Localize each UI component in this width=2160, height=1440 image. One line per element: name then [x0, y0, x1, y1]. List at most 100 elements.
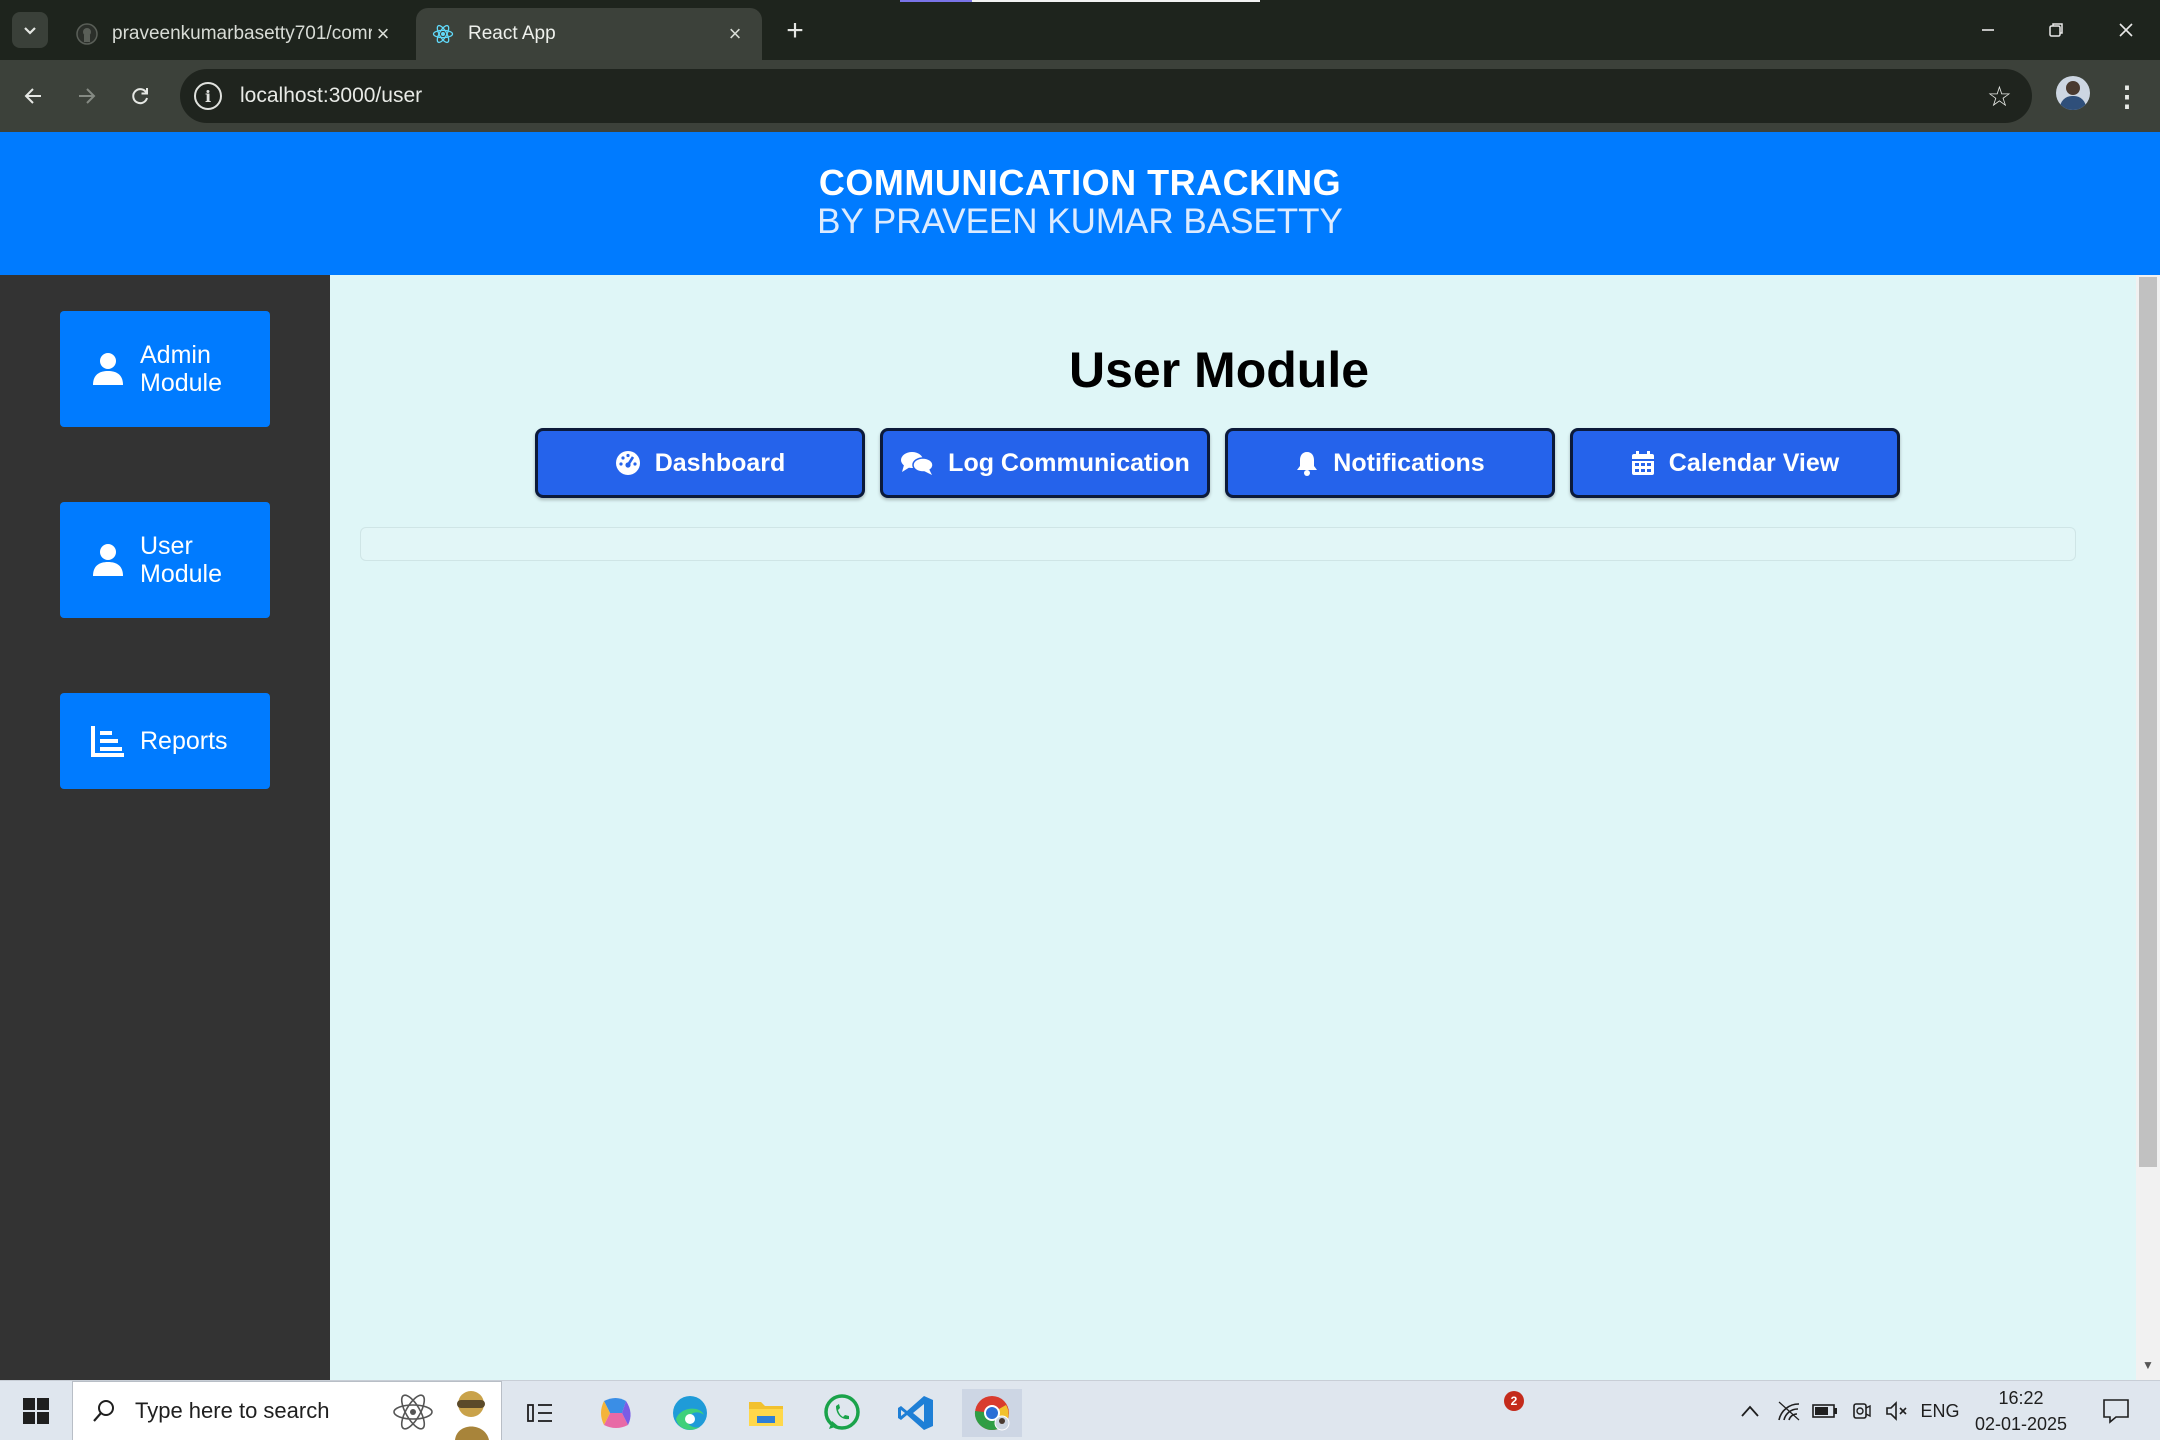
- tab-title: React App: [468, 23, 556, 44]
- sidebar-item-label: User: [140, 532, 193, 560]
- taskbar-file-explorer[interactable]: [736, 1389, 796, 1437]
- search-placeholder: Type here to search: [135, 1398, 330, 1423]
- atom-icon: [391, 1392, 435, 1437]
- close-icon: [2119, 23, 2133, 37]
- restore-button[interactable]: [2022, 0, 2090, 60]
- tab-notifications[interactable]: Notifications: [1225, 428, 1555, 498]
- language-indicator[interactable]: ENG: [1916, 1381, 1964, 1440]
- address-bar[interactable]: i localhost:3000/user ☆: [180, 69, 2032, 123]
- sidebar: Admin Module User Module Reports: [0, 275, 330, 1380]
- taskbar-copilot[interactable]: [586, 1389, 646, 1437]
- battery-icon: [1812, 1404, 1837, 1418]
- close-window-button[interactable]: [2092, 0, 2160, 60]
- main-content: User Module Dashboard Log Communication …: [330, 275, 2108, 1380]
- reload-button[interactable]: [118, 74, 162, 118]
- clock-time: 16:22: [1998, 1388, 2044, 1408]
- browser-tab-react-app[interactable]: React App ×: [416, 8, 762, 60]
- tab-dashboard[interactable]: Dashboard: [535, 428, 865, 498]
- folder-icon: [749, 1402, 783, 1426]
- bell-icon: [1295, 450, 1319, 476]
- browser-tab-github[interactable]: praveenkumarbasetty701/comr ×: [60, 8, 410, 60]
- app-header: COMMUNICATION TRACKING BY PRAVEEN KUMAR …: [0, 132, 2160, 275]
- volume-muted-icon: [1886, 1401, 1907, 1421]
- clock-date: 02-01-2025: [1974, 1414, 2068, 1434]
- tab-title: praveenkumarbasetty701/comr: [112, 23, 372, 44]
- sidebar-item-user-module[interactable]: User Module: [60, 502, 270, 618]
- close-icon[interactable]: ×: [724, 21, 746, 46]
- url-text: localhost:3000/user: [240, 84, 423, 107]
- comments-icon: [900, 450, 934, 476]
- sidebar-item-reports[interactable]: Reports: [60, 693, 270, 789]
- browser-toolbar: i localhost:3000/user ☆ ⋮: [0, 60, 2160, 132]
- browser-tab-strip: praveenkumarbasetty701/comr × React App …: [0, 0, 2160, 60]
- task-view-button[interactable]: [510, 1389, 570, 1437]
- tab-label: Log Communication: [948, 448, 1190, 477]
- volume-control[interactable]: [1880, 1381, 1914, 1440]
- tab-calendar-view[interactable]: Calendar View: [1570, 428, 1900, 498]
- loading-indicator: [900, 0, 1260, 2]
- taskbar-vscode[interactable]: [886, 1389, 946, 1437]
- battery-status[interactable]: [1808, 1381, 1842, 1440]
- sidebar-item-label: Admin: [140, 341, 211, 369]
- chrome-icon: [974, 1396, 1010, 1431]
- scrollbar-thumb[interactable]: [2139, 277, 2157, 1167]
- app-title: COMMUNICATION TRACKING: [818, 162, 1342, 203]
- tab-label: Calendar View: [1668, 448, 1840, 477]
- tab-log-communication[interactable]: Log Communication: [880, 428, 1210, 498]
- minimize-icon: [1982, 29, 1994, 31]
- back-button[interactable]: [12, 74, 56, 118]
- app-subtitle: BY PRAVEEN KUMAR BASETTY: [817, 202, 1343, 241]
- network-status[interactable]: [1772, 1381, 1806, 1440]
- taskbar-chrome[interactable]: [962, 1389, 1022, 1437]
- forward-button[interactable]: [64, 74, 108, 118]
- tab-label: Notifications: [1333, 448, 1485, 477]
- search-highlight-icon: [447, 1386, 497, 1440]
- bar-chart-icon: [90, 721, 126, 761]
- user-icon: [90, 540, 126, 580]
- minimize-button[interactable]: [1954, 0, 2022, 60]
- task-view-icon: [527, 1404, 552, 1422]
- vscode-icon: [898, 1396, 933, 1430]
- search-icon: [91, 1398, 121, 1424]
- reload-icon: [132, 88, 148, 105]
- copilot-icon: [601, 1398, 631, 1428]
- windows-taskbar: Type here to search 2 ENG 16:22 02-01-20…: [0, 1380, 2160, 1440]
- user-icon: [90, 349, 126, 389]
- arrow-right-icon: [79, 88, 96, 104]
- react-icon: [432, 23, 454, 45]
- taskbar-search-box[interactable]: Type here to search: [72, 1381, 502, 1440]
- sidebar-item-label: Reports: [140, 727, 228, 755]
- edge-icon: [673, 1396, 707, 1430]
- scroll-down-arrow-icon[interactable]: ▼: [2136, 1355, 2160, 1375]
- system-clock[interactable]: 16:22 02-01-2025: [1966, 1385, 2076, 1437]
- taskbar-edge[interactable]: [660, 1389, 720, 1437]
- windows-logo-icon: [23, 1398, 49, 1424]
- restore-icon: [2049, 23, 2063, 37]
- start-button[interactable]: [12, 1393, 60, 1429]
- camera-icon: [1853, 1403, 1871, 1419]
- close-icon[interactable]: ×: [372, 21, 394, 46]
- taskbar-whatsapp[interactable]: [812, 1389, 872, 1437]
- tab-label: Dashboard: [654, 448, 786, 477]
- new-tab-button[interactable]: +: [778, 14, 812, 48]
- notification-badge: 2: [1504, 1391, 1524, 1411]
- profile-avatar[interactable]: [2056, 76, 2090, 110]
- chevron-down-icon: [24, 27, 36, 35]
- whatsapp-icon: [824, 1394, 860, 1430]
- notification-center-icon: [2103, 1399, 2129, 1424]
- tab-content-panel: [360, 527, 2076, 561]
- chevron-up-icon: [1741, 1405, 1759, 1417]
- site-info-icon[interactable]: i: [194, 82, 222, 110]
- browser-menu-button[interactable]: ⋮: [2112, 74, 2142, 118]
- sidebar-item-admin-module[interactable]: Admin Module: [60, 311, 270, 427]
- sidebar-item-label: Module: [140, 369, 222, 397]
- tab-search-button[interactable]: [12, 12, 48, 48]
- action-center-button[interactable]: [2092, 1381, 2140, 1440]
- page-scrollbar[interactable]: ▼: [2136, 275, 2160, 1380]
- sidebar-item-label: Module: [140, 560, 222, 588]
- camera-status[interactable]: [1844, 1381, 1878, 1440]
- page-title: User Module: [1068, 342, 1370, 398]
- arrow-left-icon: [24, 88, 41, 104]
- show-hidden-icons-button[interactable]: [1732, 1381, 1768, 1440]
- bookmark-star-icon[interactable]: ☆: [1987, 80, 2012, 113]
